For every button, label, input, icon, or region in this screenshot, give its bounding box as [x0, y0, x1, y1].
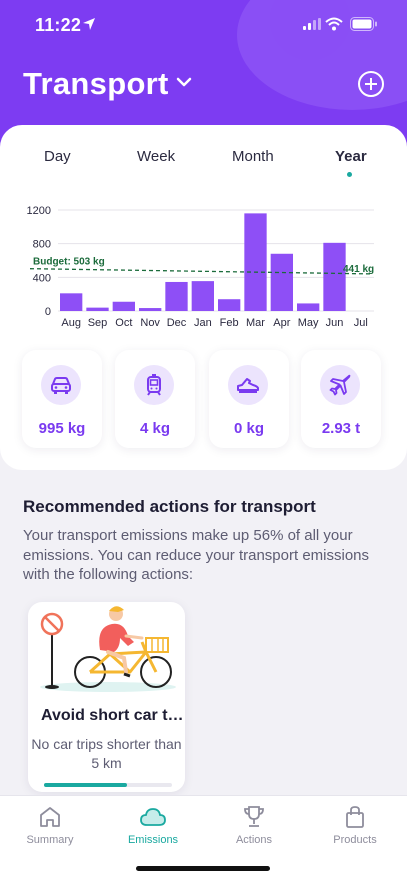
page-title[interactable]: Transport	[23, 66, 169, 102]
nav-emissions[interactable]: Emissions	[103, 804, 203, 850]
bar	[112, 301, 135, 311]
emissions-card: Day Week Month Year 0 400 800 1200 Aug Sep Oct…	[0, 125, 407, 470]
tab-year[interactable]: Year	[335, 148, 367, 165]
stat-value: 0 kg	[233, 420, 264, 437]
status-bar: 11:22	[0, 14, 407, 40]
x-tick-label: Jul	[354, 317, 368, 329]
nav-label: Products	[333, 834, 377, 846]
x-tick-label: Mar	[246, 317, 265, 329]
trophy-icon	[244, 806, 264, 827]
x-tick-label: Jan	[194, 317, 212, 329]
x-tick-label: Oct	[115, 317, 132, 329]
shopping-bag-icon	[346, 806, 364, 828]
stat-tram[interactable]: 4 kg	[115, 350, 195, 448]
tram-icon	[147, 374, 161, 396]
budget-line	[29, 268, 371, 275]
x-tick-label: May	[298, 317, 319, 329]
bar	[60, 293, 83, 311]
tab-week[interactable]: Week	[137, 148, 175, 165]
cloud-icon	[140, 808, 166, 826]
period-tabs: Day Week Month Year	[0, 148, 407, 178]
stat-value: 4 kg	[139, 420, 170, 437]
recommended-title: Recommended actions for transport	[23, 497, 316, 516]
emissions-bar-chart: 0 400 800 1200 Aug Sep Oct Nov Dec Jan Feb Mar Apr Ma…	[27, 205, 375, 329]
bar	[297, 303, 320, 311]
home-indicator	[136, 866, 270, 871]
wifi-icon	[325, 17, 343, 31]
stat-flight[interactable]: 2.93 t	[301, 350, 381, 448]
y-tick-label: 0	[45, 306, 51, 318]
battery-icon	[350, 17, 377, 31]
transport-stats: 995 kg 4 kg 0 kg 2.93 t	[22, 350, 387, 450]
x-tick-label: Feb	[220, 317, 239, 329]
home-icon	[40, 807, 60, 827]
nav-summary[interactable]: Summary	[0, 804, 100, 850]
x-tick-label: Aug	[61, 317, 81, 329]
action-progress-bar	[44, 783, 172, 787]
car-icon	[51, 377, 71, 394]
nav-label: Emissions	[127, 834, 179, 846]
action-card[interactable]: Avoid short car trips No car trips short…	[28, 602, 185, 792]
bar	[191, 281, 214, 311]
bar	[323, 242, 346, 311]
bar	[270, 253, 293, 311]
tab-day[interactable]: Day	[44, 148, 71, 165]
budget-end-label: 441 kg	[343, 264, 374, 275]
x-tick-label: Jun	[326, 317, 344, 329]
bar	[244, 213, 267, 311]
nav-products[interactable]: Products	[305, 804, 405, 850]
cyclist-illustration	[40, 606, 176, 692]
y-tick-label: 400	[33, 272, 51, 284]
plane-icon	[329, 374, 351, 396]
status-time: 11:22	[35, 15, 82, 35]
tab-month[interactable]: Month	[232, 148, 274, 165]
budget-label: Budget: 503 kg	[33, 257, 105, 268]
x-tick-label: Sep	[88, 317, 108, 329]
recommended-description: Your transport emissions make up 56% of …	[23, 527, 370, 583]
nav-actions[interactable]: Actions	[204, 804, 304, 850]
bar	[86, 307, 109, 311]
action-description: No car trips shorter than 5 km	[31, 736, 182, 771]
stat-car[interactable]: 995 kg	[22, 350, 102, 448]
y-tick-label: 1200	[27, 205, 51, 217]
stat-value: 2.93 t	[321, 420, 361, 437]
action-title: Avoid short car trips	[41, 707, 185, 724]
add-button[interactable]	[358, 71, 384, 97]
bar	[218, 299, 241, 311]
shoe-icon	[237, 378, 259, 393]
action-progress-fill	[44, 783, 128, 787]
y-tick-label: 800	[33, 239, 51, 251]
bar	[165, 281, 188, 311]
cellular-signal-icon	[303, 18, 321, 30]
x-tick-label: Apr	[273, 317, 290, 329]
chevron-down-icon[interactable]	[176, 77, 192, 87]
nav-label: Summary	[26, 834, 74, 846]
bar	[139, 308, 162, 311]
stat-walking[interactable]: 0 kg	[209, 350, 289, 448]
x-tick-label: Dec	[167, 317, 187, 329]
location-arrow-icon	[83, 18, 95, 30]
x-tick-label: Nov	[140, 317, 160, 329]
selected-tab-indicator	[347, 172, 352, 177]
nav-label: Actions	[235, 834, 273, 846]
stat-value: 995 kg	[38, 420, 86, 437]
